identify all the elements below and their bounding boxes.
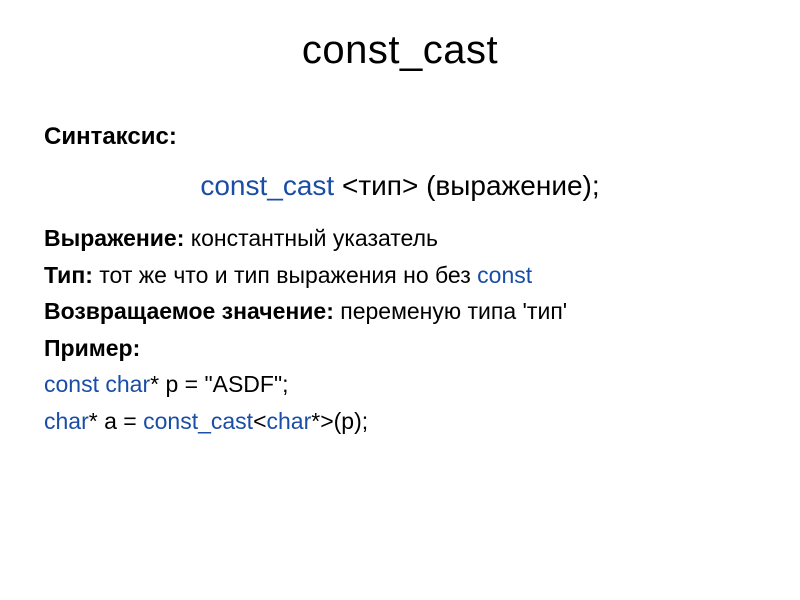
syntax-template: <тип> (выражение); (334, 170, 599, 201)
slide-title: const_cast (44, 28, 756, 73)
type-row: Тип: тот же что и тип выражения но без c… (44, 258, 756, 293)
type-text: тот же что и тип выражения но без (93, 262, 477, 288)
expression-label: Выражение: (44, 225, 184, 251)
ex1-keyword: const char (44, 371, 150, 397)
slide: const_cast Синтаксис: const_cast <тип> (… (0, 0, 800, 600)
example-line-1: const char* p = "ASDF"; (44, 367, 756, 402)
example-line-2: char* a = const_cast<char*>(p); (44, 404, 756, 439)
syntax-heading: Синтаксис: (44, 119, 756, 155)
return-row: Возвращаемое значение: переменую типа 'т… (44, 294, 756, 329)
return-text: переменую типа 'тип' (334, 298, 567, 324)
ex2-close: *>(p); (311, 408, 368, 434)
ex1-rest: * p = "ASDF"; (150, 371, 288, 397)
return-label: Возвращаемое значение: (44, 298, 334, 324)
ex2-keyword2: const_cast (143, 408, 253, 434)
ex2-mid: * a = (89, 408, 143, 434)
slide-content: Синтаксис: const_cast <тип> (выражение);… (44, 119, 756, 438)
ex2-open: < (253, 408, 266, 434)
type-label: Тип: (44, 262, 93, 288)
ex2-keyword1: char (44, 408, 89, 434)
expression-row: Выражение: константный указатель (44, 221, 756, 256)
type-keyword: const (477, 262, 532, 288)
syntax-keyword: const_cast (200, 170, 334, 201)
ex2-keyword3: char (267, 408, 312, 434)
example-heading: Пример: (44, 331, 756, 366)
example-label: Пример: (44, 335, 140, 361)
syntax-expression: const_cast <тип> (выражение); (44, 165, 756, 207)
expression-text: константный указатель (184, 225, 438, 251)
